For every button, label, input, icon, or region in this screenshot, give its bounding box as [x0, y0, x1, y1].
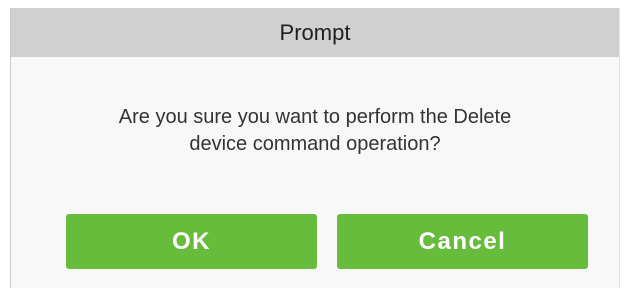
dialog-message-line-1: Are you sure you want to perform the Del… [118, 106, 512, 128]
dialog-message: Are you sure you want to perform the Del… [11, 104, 619, 158]
cancel-button[interactable]: Cancel [337, 214, 588, 269]
dialog-title: Prompt [279, 19, 351, 45]
dialog-titlebar: Prompt [11, 8, 619, 57]
prompt-dialog: Prompt Are you sure you want to perform … [10, 8, 620, 288]
ok-button-label: OK [172, 227, 211, 255]
dialog-message-line-2: device command operation? [189, 133, 441, 155]
cancel-button-label: Cancel [418, 227, 507, 255]
ok-button[interactable]: OK [66, 214, 317, 269]
